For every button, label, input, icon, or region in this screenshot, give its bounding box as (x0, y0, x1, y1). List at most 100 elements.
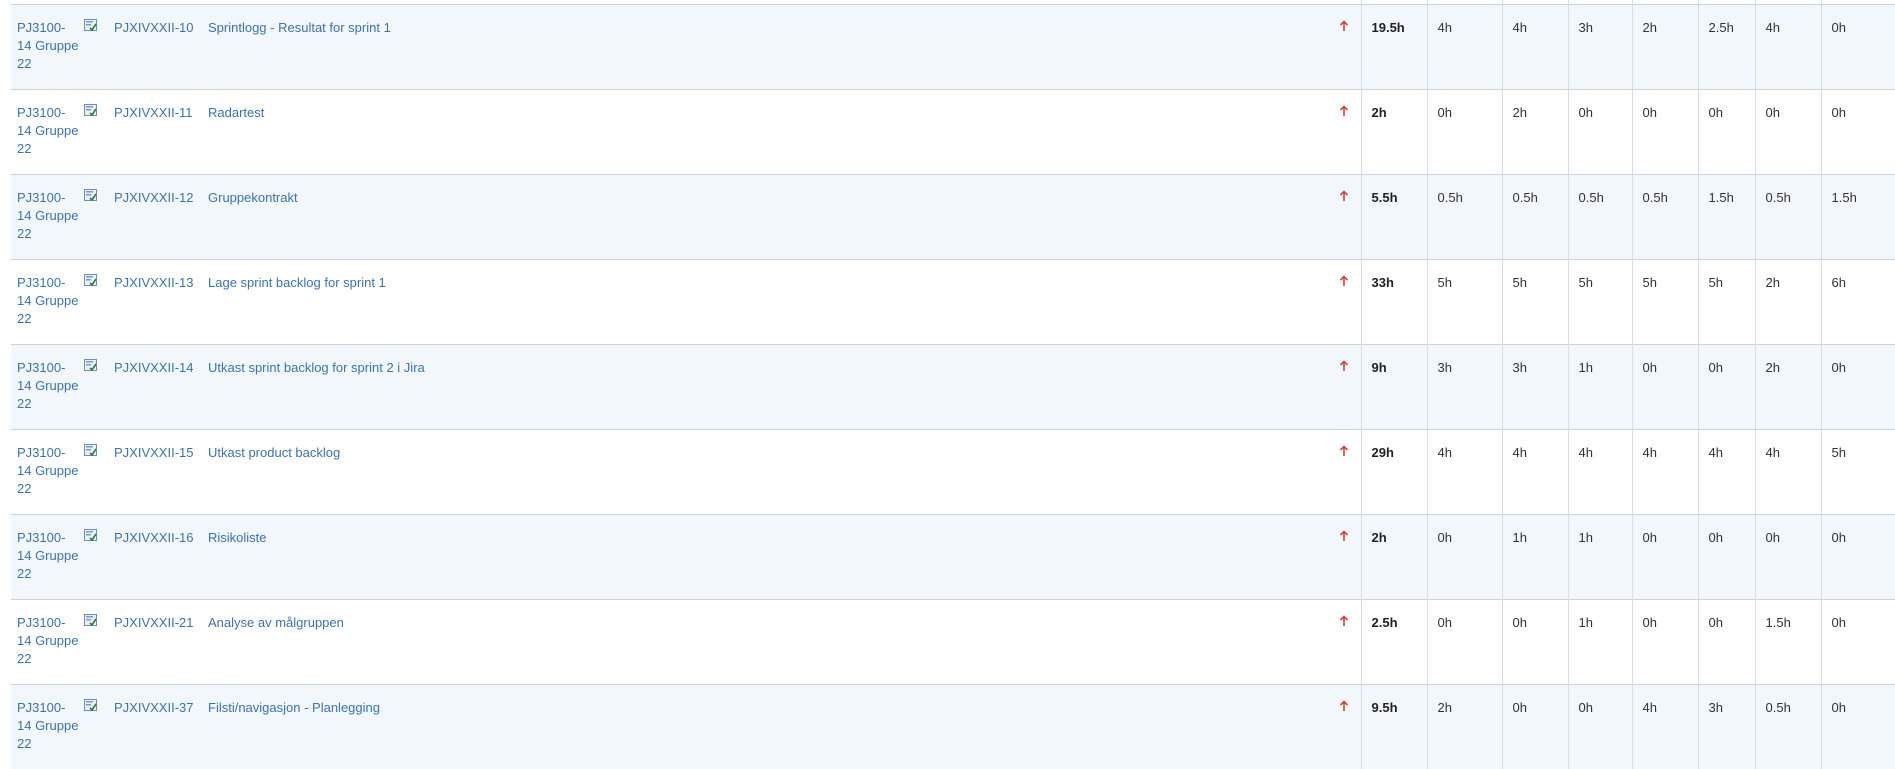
issue-key-link[interactable]: PJXIVXXII-16 (114, 530, 193, 545)
project-link[interactable]: PJ3100-14 Gruppe 22 (17, 529, 79, 583)
issue-summary-link[interactable]: Utkast product backlog (208, 445, 340, 460)
issue-summary-link[interactable]: Gruppekontrakt (208, 190, 298, 205)
priority-cell (1287, 4, 1361, 90)
issue-key-cell: PJXIVXXII-11 (108, 89, 202, 175)
issue-key-link[interactable]: PJXIVXXII-12 (114, 190, 193, 205)
day-time-cell: 5h (1426, 259, 1502, 345)
issue-key-link[interactable]: PJXIVXXII-10 (114, 20, 193, 35)
priority-major-arrow-up-icon (1339, 614, 1349, 626)
day-time-cell: 1.5h (1754, 599, 1821, 685)
task-icon (84, 188, 97, 202)
day-time-cell: 0h (1820, 344, 1895, 430)
project-cell: PJ3100-14 Gruppe 22 (11, 174, 79, 260)
day-time-cell: 1.5h (1820, 174, 1895, 260)
day-time-cell: 0h (1820, 89, 1895, 175)
task-icon (84, 528, 97, 542)
task-icon (84, 613, 97, 627)
priority-cell (1287, 344, 1361, 430)
issue-key-cell: PJXIVXXII-10 (108, 4, 202, 90)
issue-summary-link[interactable]: Radartest (208, 105, 264, 120)
day-time-cell: 5h (1567, 259, 1632, 345)
project-link[interactable]: PJ3100-14 Gruppe 22 (17, 19, 79, 73)
day-time-cell: 0h (1631, 344, 1698, 430)
timesheet-table-body: PJ3100-14 Gruppe 22 PJXIVXXII-10 Sprintl… (11, 0, 1895, 769)
priority-cell (1287, 259, 1361, 345)
table-row: PJ3100-14 Gruppe 22 PJXIVXXII-12 Gruppek… (11, 174, 1895, 260)
issue-summary-link[interactable]: Risikoliste (208, 530, 267, 545)
day-time-cell: 0h (1754, 89, 1821, 175)
day-time-cell: 0h (1426, 89, 1502, 175)
issue-summary-link[interactable]: Filsti/navigasjon - Planlegging (208, 700, 380, 715)
day-time-cell: 4h (1631, 684, 1698, 769)
issue-type-cell (78, 514, 108, 600)
day-time-cell: 3h (1501, 344, 1568, 430)
day-time-cell: 2h (1631, 4, 1698, 90)
day-time-cell: 4h (1426, 4, 1502, 90)
issue-key-cell: PJXIVXXII-14 (108, 344, 202, 430)
issue-summary-link[interactable]: Utkast sprint backlog for sprint 2 i Jir… (208, 360, 425, 375)
day-time-cell: 2.5h (1697, 4, 1755, 90)
project-link[interactable]: PJ3100-14 Gruppe 22 (17, 104, 79, 158)
issue-summary-link[interactable]: Analyse av målgruppen (208, 615, 344, 630)
issue-key-link[interactable]: PJXIVXXII-15 (114, 445, 193, 460)
day-time-cell: 1.5h (1697, 174, 1755, 260)
issue-type-cell (78, 174, 108, 260)
priority-cell (1287, 174, 1361, 260)
day-time-cell: 0h (1820, 684, 1895, 769)
day-time-cell: 0.5h (1631, 174, 1698, 260)
project-link[interactable]: PJ3100-14 Gruppe 22 (17, 359, 79, 413)
priority-cell (1287, 684, 1361, 769)
day-time-cell: 0h (1820, 4, 1895, 90)
project-cell: PJ3100-14 Gruppe 22 (11, 4, 79, 90)
issue-type-cell (78, 259, 108, 345)
project-link[interactable]: PJ3100-14 Gruppe 22 (17, 274, 79, 328)
issue-summary-link[interactable]: Lage sprint backlog for sprint 1 (208, 275, 386, 290)
day-time-cell: 0.5h (1754, 174, 1821, 260)
issue-key-link[interactable]: PJXIVXXII-37 (114, 700, 193, 715)
day-time-cell: 4h (1567, 429, 1632, 515)
issue-key-cell: PJXIVXXII-37 (108, 684, 202, 769)
task-icon (84, 443, 97, 457)
total-time-cell: 9.5h (1360, 684, 1427, 769)
day-time-cell: 0h (1697, 89, 1755, 175)
project-link[interactable]: PJ3100-14 Gruppe 22 (17, 614, 79, 668)
issue-type-cell (78, 4, 108, 90)
issue-summary-link[interactable]: Sprintlogg - Resultat for sprint 1 (208, 20, 391, 35)
issue-key-cell: PJXIVXXII-13 (108, 259, 202, 345)
priority-major-arrow-up-icon (1339, 104, 1349, 116)
day-time-cell: 1h (1567, 514, 1632, 600)
total-time-cell: 2h (1360, 89, 1427, 175)
project-link[interactable]: PJ3100-14 Gruppe 22 (17, 444, 79, 498)
project-link[interactable]: PJ3100-14 Gruppe 22 (17, 699, 79, 753)
issue-key-link[interactable]: PJXIVXXII-11 (114, 105, 193, 120)
day-time-cell: 4h (1754, 429, 1821, 515)
day-time-cell: 3h (1426, 344, 1502, 430)
day-time-cell: 0h (1501, 599, 1568, 685)
day-time-cell: 5h (1501, 259, 1568, 345)
issue-key-link[interactable]: PJXIVXXII-21 (114, 615, 193, 630)
summary-cell: Radartest (202, 89, 1287, 175)
issue-key-cell: PJXIVXXII-21 (108, 599, 202, 685)
priority-major-arrow-up-icon (1339, 189, 1349, 201)
priority-major-arrow-up-icon (1339, 699, 1349, 711)
priority-cell (1287, 514, 1361, 600)
issue-key-cell: PJXIVXXII-12 (108, 174, 202, 260)
issue-key-link[interactable]: PJXIVXXII-14 (114, 360, 193, 375)
day-time-cell: 2h (1426, 684, 1502, 769)
project-cell: PJ3100-14 Gruppe 22 (11, 599, 79, 685)
project-cell: PJ3100-14 Gruppe 22 (11, 344, 79, 430)
project-cell: PJ3100-14 Gruppe 22 (11, 684, 79, 769)
task-icon (84, 358, 97, 372)
day-time-cell: 1h (1567, 599, 1632, 685)
issue-key-link[interactable]: PJXIVXXII-13 (114, 275, 193, 290)
summary-cell: Lage sprint backlog for sprint 1 (202, 259, 1287, 345)
project-link[interactable]: PJ3100-14 Gruppe 22 (17, 189, 79, 243)
table-row: PJ3100-14 Gruppe 22 PJXIVXXII-15 Utkast … (11, 429, 1895, 515)
day-time-cell: 4h (1501, 429, 1568, 515)
day-time-cell: 4h (1754, 4, 1821, 90)
day-time-cell: 2h (1501, 89, 1568, 175)
day-time-cell: 0h (1697, 344, 1755, 430)
table-row: PJ3100-14 Gruppe 22 PJXIVXXII-16 Risikol… (11, 514, 1895, 600)
priority-major-arrow-up-icon (1339, 19, 1349, 31)
day-time-cell: 0h (1631, 89, 1698, 175)
